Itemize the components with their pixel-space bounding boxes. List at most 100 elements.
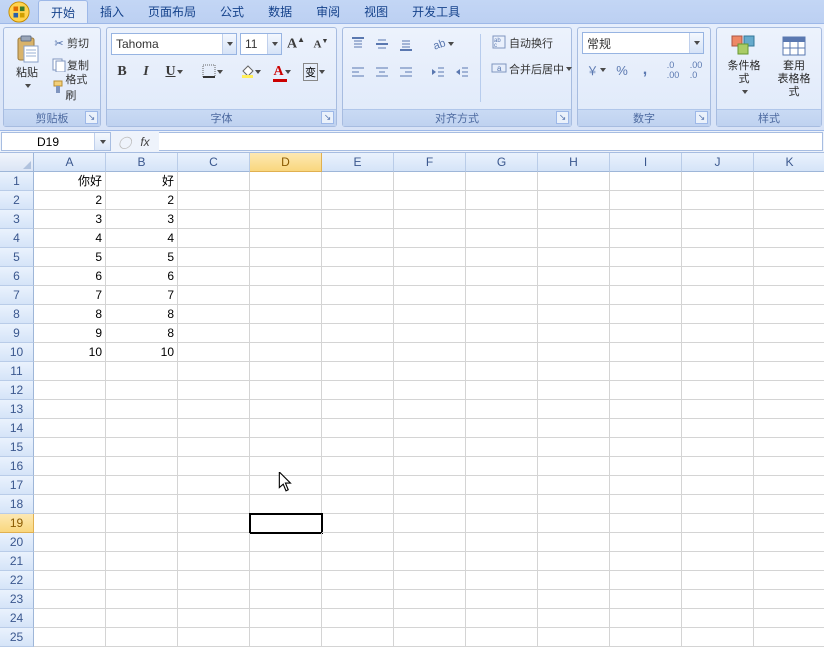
row-header-4[interactable]: 4 [0, 229, 34, 248]
cell-C24[interactable] [178, 609, 250, 628]
shrink-font-button[interactable]: A▼ [310, 33, 332, 55]
cell-J21[interactable] [682, 552, 754, 571]
cell-J7[interactable] [682, 286, 754, 305]
row-header-23[interactable]: 23 [0, 590, 34, 609]
percent-button[interactable]: % [611, 59, 633, 81]
cell-A10[interactable]: 10 [34, 343, 106, 362]
cell-I10[interactable] [610, 343, 682, 362]
cell-C2[interactable] [178, 191, 250, 210]
cell-H11[interactable] [538, 362, 610, 381]
increase-decimal-button[interactable]: .0.00 [662, 59, 684, 81]
cell-K22[interactable] [754, 571, 824, 590]
cell-E18[interactable] [322, 495, 394, 514]
cell-J12[interactable] [682, 381, 754, 400]
cell-D24[interactable] [250, 609, 322, 628]
row-header-25[interactable]: 25 [0, 628, 34, 647]
cell-K17[interactable] [754, 476, 824, 495]
cell-C19[interactable] [178, 514, 250, 533]
tab-home[interactable]: 开始 [38, 0, 88, 23]
cell-I15[interactable] [610, 438, 682, 457]
cell-H16[interactable] [538, 457, 610, 476]
column-header-F[interactable]: F [394, 153, 466, 172]
cell-D17[interactable] [250, 476, 322, 495]
cell-E10[interactable] [322, 343, 394, 362]
cell-B1[interactable]: 好 [106, 172, 178, 191]
cell-E14[interactable] [322, 419, 394, 438]
cell-I3[interactable] [610, 210, 682, 229]
cell-A4[interactable]: 4 [34, 229, 106, 248]
number-launcher[interactable]: ↘ [695, 111, 708, 124]
cell-I7[interactable] [610, 286, 682, 305]
cell-G16[interactable] [466, 457, 538, 476]
cell-C16[interactable] [178, 457, 250, 476]
cell-E3[interactable] [322, 210, 394, 229]
select-all-corner[interactable] [0, 153, 34, 172]
cell-D12[interactable] [250, 381, 322, 400]
cell-I8[interactable] [610, 305, 682, 324]
cell-D13[interactable] [250, 400, 322, 419]
cell-C1[interactable] [178, 172, 250, 191]
cell-G8[interactable] [466, 305, 538, 324]
tab-insert[interactable]: 插入 [88, 0, 136, 23]
cell-J22[interactable] [682, 571, 754, 590]
cell-K2[interactable] [754, 191, 824, 210]
cell-J8[interactable] [682, 305, 754, 324]
tab-formulas[interactable]: 公式 [208, 0, 256, 23]
cell-B17[interactable] [106, 476, 178, 495]
cell-K1[interactable] [754, 172, 824, 191]
cell-A22[interactable] [34, 571, 106, 590]
cell-B15[interactable] [106, 438, 178, 457]
cell-D3[interactable] [250, 210, 322, 229]
cell-K18[interactable] [754, 495, 824, 514]
cell-A20[interactable] [34, 533, 106, 552]
font-launcher[interactable]: ↘ [321, 111, 334, 124]
cell-A11[interactable] [34, 362, 106, 381]
cell-F22[interactable] [394, 571, 466, 590]
cell-C5[interactable] [178, 248, 250, 267]
cell-C7[interactable] [178, 286, 250, 305]
cell-F13[interactable] [394, 400, 466, 419]
cell-C22[interactable] [178, 571, 250, 590]
cell-A24[interactable] [34, 609, 106, 628]
cell-A19[interactable] [34, 514, 106, 533]
cell-D9[interactable] [250, 324, 322, 343]
cell-E16[interactable] [322, 457, 394, 476]
cell-J11[interactable] [682, 362, 754, 381]
cell-B18[interactable] [106, 495, 178, 514]
cell-J6[interactable] [682, 267, 754, 286]
cell-C4[interactable] [178, 229, 250, 248]
cell-B23[interactable] [106, 590, 178, 609]
cell-J15[interactable] [682, 438, 754, 457]
cell-F12[interactable] [394, 381, 466, 400]
cell-G15[interactable] [466, 438, 538, 457]
cell-A15[interactable] [34, 438, 106, 457]
name-box[interactable]: D19 [1, 132, 111, 151]
column-header-C[interactable]: C [178, 153, 250, 172]
align-right-button[interactable] [395, 61, 417, 83]
worksheet-grid[interactable]: ABCDEFGHIJK 1234567891011121314151617181… [0, 153, 824, 656]
row-header-11[interactable]: 11 [0, 362, 34, 381]
row-header-5[interactable]: 5 [0, 248, 34, 267]
cell-H1[interactable] [538, 172, 610, 191]
conditional-formatting-button[interactable]: 条件格式 [719, 30, 769, 102]
cell-I9[interactable] [610, 324, 682, 343]
cell-F11[interactable] [394, 362, 466, 381]
cell-A16[interactable] [34, 457, 106, 476]
cell-C12[interactable] [178, 381, 250, 400]
cell-A6[interactable]: 6 [34, 267, 106, 286]
cell-J20[interactable] [682, 533, 754, 552]
cell-J1[interactable] [682, 172, 754, 191]
cell-C15[interactable] [178, 438, 250, 457]
cell-B13[interactable] [106, 400, 178, 419]
border-button[interactable] [197, 61, 227, 83]
increase-indent-button[interactable] [451, 61, 473, 83]
cell-H2[interactable] [538, 191, 610, 210]
cell-G9[interactable] [466, 324, 538, 343]
cell-K6[interactable] [754, 267, 824, 286]
cell-J13[interactable] [682, 400, 754, 419]
tab-data[interactable]: 数据 [256, 0, 304, 23]
cell-B5[interactable]: 5 [106, 248, 178, 267]
cell-H6[interactable] [538, 267, 610, 286]
cell-B11[interactable] [106, 362, 178, 381]
cell-F21[interactable] [394, 552, 466, 571]
